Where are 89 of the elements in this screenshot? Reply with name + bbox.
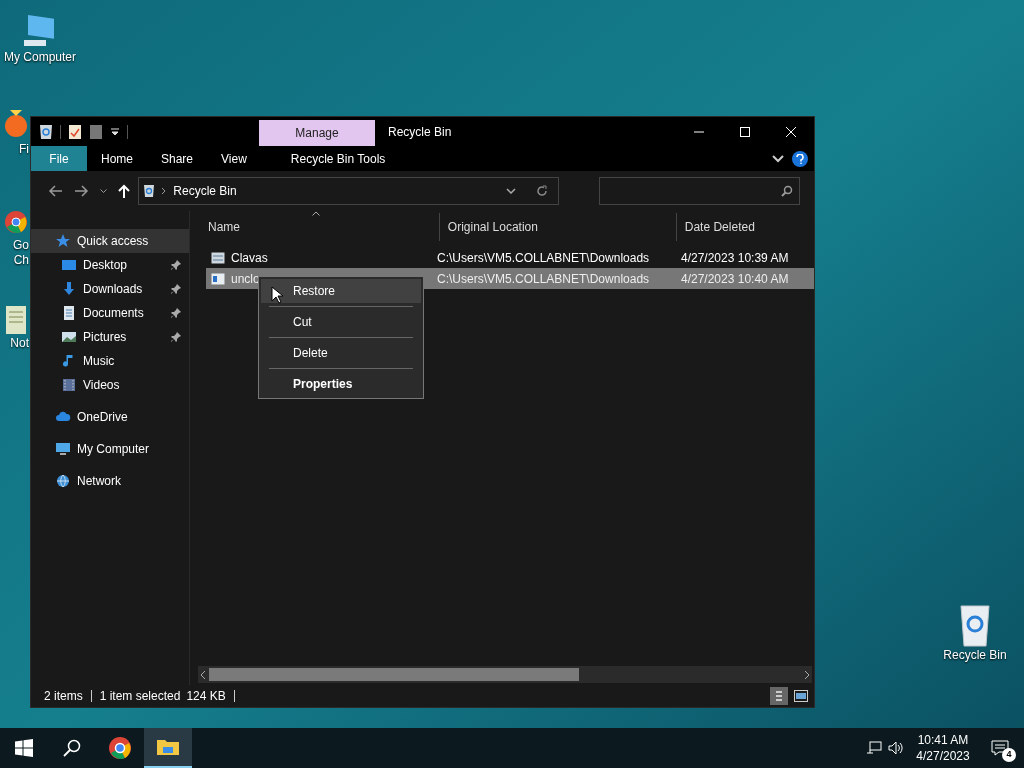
film-icon	[61, 377, 77, 393]
nav-item[interactable]: Music	[31, 349, 189, 373]
large-icons-view-button[interactable]	[792, 687, 810, 705]
ribbon-tab[interactable]: Home	[87, 146, 147, 171]
date-deleted: 4/27/2023 10:40 AM	[680, 270, 789, 288]
blank-page-icon	[89, 123, 103, 140]
notepad-icon	[4, 304, 28, 336]
notification-count: 4	[1002, 748, 1016, 762]
nav-item[interactable]: My Computer	[31, 437, 189, 461]
search-icon	[781, 185, 793, 197]
picture-icon	[61, 329, 77, 345]
nav-item[interactable]: Network	[31, 469, 189, 493]
nav-item[interactable]: OneDrive	[31, 405, 189, 429]
icon-label: Ch	[13, 253, 30, 268]
original-location: C:\Users\VM5.COLLABNET\Downloads	[436, 249, 651, 267]
icon-label: Not	[10, 336, 30, 351]
back-arrow-icon	[46, 183, 63, 199]
search-icon	[63, 739, 81, 757]
refresh-icon	[536, 185, 549, 197]
details-view-icon	[775, 690, 783, 702]
column-header[interactable]: Name	[200, 213, 439, 241]
document-icon	[61, 305, 77, 321]
minimize-icon	[694, 130, 704, 133]
chevron-down-icon	[772, 154, 784, 163]
window-title: Recycle Bin	[388, 123, 452, 141]
action-center-button[interactable]: 4	[976, 728, 1024, 768]
recycle-bin-icon	[143, 184, 156, 198]
nav-item[interactable]: Downloads	[31, 277, 189, 301]
clock-date[interactable]: 4/27/2023	[916, 748, 970, 764]
windows-logo-icon	[15, 739, 33, 757]
chevron-down-icon	[100, 189, 108, 193]
status-text: 124 KB	[186, 688, 226, 705]
nav-item[interactable]: Videos	[31, 373, 189, 397]
chrome-icon	[108, 736, 132, 760]
details-view-button[interactable]	[770, 687, 788, 705]
menu-item[interactable]: Properties	[261, 372, 421, 396]
icon-label: Fi	[19, 142, 30, 157]
icon-label: Go	[13, 238, 30, 253]
scroll-right-icon	[802, 669, 812, 680]
column-header[interactable]: Date Deleted	[675, 213, 814, 241]
close-icon	[786, 126, 796, 137]
ribbon-tab[interactable]: Share	[147, 146, 208, 171]
nav-item[interactable]: Pictures	[31, 325, 189, 349]
menu-item[interactable]: Delete	[261, 341, 421, 365]
monitor-icon	[61, 257, 77, 273]
search-field[interactable]	[599, 177, 800, 205]
star-icon	[55, 233, 71, 249]
menu-item[interactable]: Cut	[261, 310, 421, 334]
status-text: 2 items	[44, 688, 83, 705]
nav-item[interactable]: Documents	[31, 301, 189, 325]
help-button[interactable]	[792, 150, 808, 167]
speaker-icon	[888, 741, 904, 755]
chevron-down-icon	[506, 188, 517, 194]
file-explorer-taskbar-button[interactable]	[144, 728, 192, 768]
forward-arrow-icon	[73, 183, 90, 199]
help-icon	[796, 153, 804, 164]
computer-icon	[55, 441, 71, 457]
clock-time[interactable]: 10:41 AM	[917, 732, 969, 748]
network-wired-icon	[866, 741, 882, 755]
file-name: Clavas	[231, 249, 268, 267]
ribbon-tab[interactable]: File	[31, 146, 87, 171]
network-icon	[55, 473, 71, 489]
context-tab-header[interactable]: Manage	[259, 120, 375, 146]
chevron-right-icon	[161, 187, 168, 195]
ribbon-tab[interactable]: View	[207, 146, 261, 171]
column-header[interactable]: Original Location	[438, 213, 676, 241]
properties-icon	[68, 123, 82, 140]
original-location: C:\Users\VM5.COLLABNET\Downloads	[436, 270, 651, 288]
icon-label[interactable]: My Computer	[4, 50, 76, 65]
recycle-bin-icon	[39, 123, 53, 140]
horizontal-scrollbar[interactable]	[198, 666, 812, 683]
customize-icon	[110, 126, 120, 137]
file-icon	[211, 251, 225, 264]
maximize-icon	[740, 126, 750, 137]
nav-item[interactable]: Desktop	[31, 253, 189, 277]
scroll-left-icon	[198, 669, 208, 680]
menu-item[interactable]: Restore	[261, 279, 421, 303]
download-arrow-icon	[61, 281, 77, 297]
breadcrumb-item[interactable]: Recycle Bin	[173, 182, 237, 200]
mouse-cursor-icon	[271, 286, 283, 304]
icon-label[interactable]: Recycle Bin	[943, 648, 1007, 663]
status-text: 1 item selected	[99, 688, 181, 705]
file-row[interactable]: Clavas C:\Users\VM5.COLLABNET\Downloads 4/27/2023 10:39 AM	[206, 247, 814, 268]
date-deleted: 4/27/2023 10:39 AM	[680, 249, 789, 267]
address-field[interactable]: Recycle Bin	[138, 177, 560, 205]
nav-item[interactable]: Quick access	[31, 229, 189, 253]
file-icon	[211, 272, 225, 285]
ribbon-tab[interactable]: Recycle Bin Tools	[276, 146, 400, 171]
large-icons-view-icon	[794, 690, 808, 702]
